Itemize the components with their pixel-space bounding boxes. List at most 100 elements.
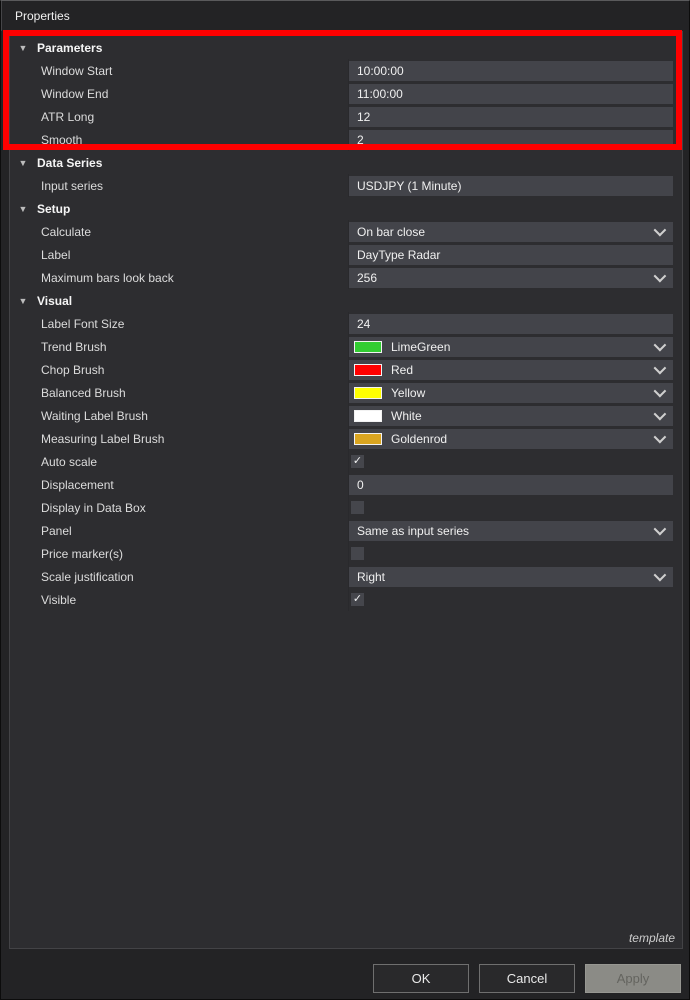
chevron-down-icon: [654, 408, 667, 421]
property-label-cell: Chop Brush: [10, 358, 349, 381]
selected-option: On bar close: [357, 225, 425, 239]
field-value: 2: [357, 133, 364, 147]
property-label-cell: Label Font Size: [10, 312, 349, 335]
property-label: Calculate: [41, 225, 91, 239]
property-row-window-start: Window Start10:00:00: [10, 59, 682, 82]
apply-button[interactable]: Apply: [585, 964, 681, 993]
property-row-auto-scale: Auto scale ✓: [10, 450, 682, 473]
trend-brush-color-dropdown[interactable]: LimeGreen: [349, 337, 673, 357]
waiting-label-brush-color-dropdown[interactable]: White: [349, 406, 673, 426]
label-input[interactable]: DayType Radar: [349, 245, 673, 265]
color-swatch: [354, 364, 382, 376]
property-label-cell: Input series: [10, 174, 349, 197]
property-value-cell: USDJPY (1 Minute): [349, 174, 682, 197]
auto-scale-checkbox[interactable]: ✓: [351, 455, 364, 468]
property-value-cell: [349, 542, 682, 565]
chevron-down-icon: [654, 385, 667, 398]
color-swatch: [354, 341, 382, 353]
selected-option: Right: [357, 570, 385, 584]
section-header-data-series[interactable]: ▼Data Series: [10, 151, 682, 174]
input-series-input[interactable]: USDJPY (1 Minute): [349, 176, 673, 196]
selected-color-name: White: [391, 409, 422, 423]
collapse-triangle-icon[interactable]: ▼: [16, 296, 30, 306]
visible-checkbox[interactable]: ✓: [351, 593, 364, 606]
section-label: Visual: [37, 294, 72, 308]
window-start-input[interactable]: 10:00:00: [349, 61, 673, 81]
property-label: Auto scale: [41, 455, 97, 469]
property-label-cell: Smooth: [10, 128, 349, 151]
smooth-input[interactable]: 2: [349, 130, 673, 150]
selected-color-name: Goldenrod: [391, 432, 447, 446]
property-row-panel: Panel Same as input series: [10, 519, 682, 542]
property-row-scale-justification: Scale justification Right: [10, 565, 682, 588]
chevron-down-icon: [654, 362, 667, 375]
balanced-brush-color-dropdown[interactable]: Yellow: [349, 383, 673, 403]
property-label: Panel: [41, 524, 72, 538]
color-swatch: [354, 387, 382, 399]
window-end-input[interactable]: 11:00:00: [349, 84, 673, 104]
measuring-label-brush-color-dropdown[interactable]: Goldenrod: [349, 429, 673, 449]
property-label: Price marker(s): [41, 547, 123, 561]
property-label: Visible: [41, 593, 76, 607]
property-value-cell: 2: [349, 128, 682, 151]
property-label-cell: Maximum bars look back: [10, 266, 349, 289]
property-value-cell: [349, 496, 682, 519]
price-marker-s-checkbox[interactable]: [351, 547, 364, 560]
property-row-price-marker-s: Price marker(s): [10, 542, 682, 565]
selected-color-name: Red: [391, 363, 413, 377]
property-label-cell: Price marker(s): [10, 542, 349, 565]
property-label-cell: Window End: [10, 82, 349, 105]
property-value-cell: ✓: [349, 450, 682, 473]
property-row-chop-brush: Chop Brush Red: [10, 358, 682, 381]
chop-brush-color-dropdown[interactable]: Red: [349, 360, 673, 380]
property-label: Scale justification: [41, 570, 134, 584]
chevron-down-icon: [654, 431, 667, 444]
panel-dropdown[interactable]: Same as input series: [349, 521, 673, 541]
section-header-parameters[interactable]: ▼Parameters: [10, 36, 682, 59]
property-value-cell: 12: [349, 105, 682, 128]
label-font-size-input[interactable]: 24: [349, 314, 673, 334]
displacement-input[interactable]: 0: [349, 475, 673, 495]
property-label: Displacement: [41, 478, 114, 492]
property-row-smooth: Smooth 2: [10, 128, 682, 151]
selected-color-name: Yellow: [391, 386, 425, 400]
property-label-cell: ATR Long: [10, 105, 349, 128]
property-label: Label: [41, 248, 70, 262]
property-label: ATR Long: [41, 110, 94, 124]
property-value-cell: Same as input series: [349, 519, 682, 542]
collapse-triangle-icon[interactable]: ▼: [16, 43, 30, 53]
property-row-trend-brush: Trend Brush LimeGreen: [10, 335, 682, 358]
property-row-label: Label DayType Radar: [10, 243, 682, 266]
property-label-cell: Scale justification: [10, 565, 349, 588]
property-label: Display in Data Box: [41, 501, 146, 515]
cancel-button[interactable]: Cancel: [479, 964, 575, 993]
property-label: Waiting Label Brush: [41, 409, 148, 423]
property-value-cell: 256: [349, 266, 682, 289]
property-label: Input series: [41, 179, 103, 193]
field-value: 24: [357, 317, 370, 331]
property-label: Maximum bars look back: [41, 271, 174, 285]
calculate-dropdown[interactable]: On bar close: [349, 222, 673, 242]
property-label-cell: Trend Brush: [10, 335, 349, 358]
section-header-visual[interactable]: ▼ Visual: [10, 289, 682, 312]
property-label-cell: Measuring Label Brush: [10, 427, 349, 450]
property-value-cell: White: [349, 404, 682, 427]
section-header-setup[interactable]: ▼Setup: [10, 197, 682, 220]
maximum-bars-look-back-dropdown[interactable]: 256: [349, 268, 673, 288]
property-row-label-font-size: Label Font Size 24: [10, 312, 682, 335]
property-label-cell: Label: [10, 243, 349, 266]
display-in-data-box-checkbox[interactable]: [351, 501, 364, 514]
scale-justification-dropdown[interactable]: Right: [349, 567, 673, 587]
property-label: Chop Brush: [41, 363, 104, 377]
collapse-triangle-icon[interactable]: ▼: [16, 158, 30, 168]
title-bar: Properties: [1, 1, 689, 31]
atr-long-input[interactable]: 12: [349, 107, 673, 127]
property-value-cell: ✓: [349, 588, 682, 611]
property-label-cell: Auto scale: [10, 450, 349, 473]
property-row-displacement: Displacement 0: [10, 473, 682, 496]
selected-color-name: LimeGreen: [391, 340, 450, 354]
property-row-waiting-label-brush: Waiting Label Brush White: [10, 404, 682, 427]
ok-button[interactable]: OK: [373, 964, 469, 993]
template-note: template: [629, 931, 675, 945]
collapse-triangle-icon[interactable]: ▼: [16, 204, 30, 214]
